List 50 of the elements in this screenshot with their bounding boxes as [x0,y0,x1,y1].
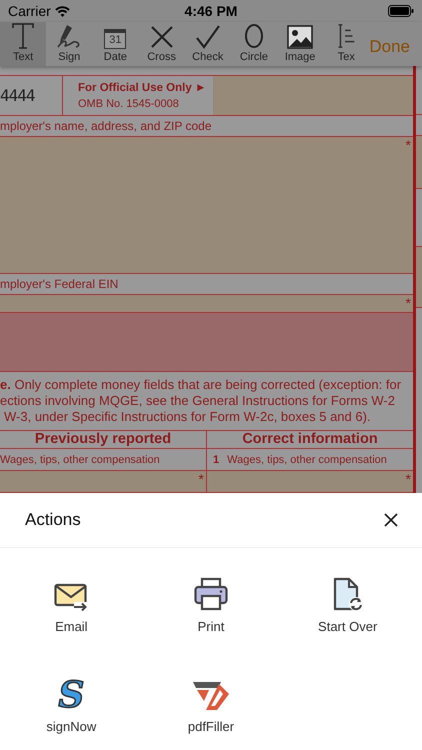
close-button[interactable] [382,511,400,529]
cross-icon [150,25,174,49]
form-input-area[interactable] [213,76,413,115]
sheet-title: Actions [25,510,81,530]
field-label: mployer's name, address, and ZIP code [0,119,212,133]
printer-icon [194,577,228,611]
field-label: mployer's Federal EIN [0,277,118,291]
action-button[interactable]: S signNow [6,668,137,734]
tool-button[interactable]: Image [277,22,324,66]
image-icon [287,25,314,49]
tool-button[interactable]: Sign [46,22,92,66]
envelope-icon [54,583,88,611]
text-field-icon [336,23,356,49]
tool-button[interactable]: 31 Date [92,22,139,66]
column-heading: Correct information [241,431,379,448]
official-use-label: For Official Use Only ► [78,82,208,94]
instruction-text: e. Only complete money fields that are being corrected (exception: for [0,377,402,393]
required-mark: * [406,295,411,311]
tool-button[interactable]: Check [184,22,231,66]
wifi-icon [54,6,70,16]
highlighted-field[interactable] [0,313,413,372]
column-heading: Previously reported [34,431,172,448]
action-button[interactable]: Start Over [279,568,416,634]
text-icon [11,23,36,49]
document-refresh-icon [332,577,363,611]
box-number: 1 [213,454,220,466]
close-icon [384,513,398,527]
tool-button[interactable]: Cross [138,22,185,66]
instruction-text: W-3, under Specific Instructions for Form W-2c, boxes 5 and 6). [3,409,372,425]
carrier-name: Carrier [8,3,51,19]
signnow-logo: S [58,679,84,711]
pdffiller-logo-icon [192,681,230,711]
required-mark: * [406,471,411,489]
action-button[interactable]: Email [6,568,137,634]
field-label: Wages, tips, other compensation [0,454,160,466]
tool-button[interactable]: Tex [323,22,370,66]
clock-time: 4:46 PM [184,3,238,19]
omb-number: OMB No. 1545-0008 [78,98,180,110]
action-button[interactable]: pdfFiller [142,668,280,734]
instruction-text: ections involving MQGE, see the General Instructions for Forms W-2 [0,393,396,409]
calendar-icon: 31 [104,29,126,49]
tool-button[interactable]: Text [0,22,46,66]
action-button[interactable]: Print [142,568,280,634]
required-mark: * [406,137,411,153]
required-mark: * [198,471,204,489]
checkmark-icon [194,25,221,49]
circle-icon [244,23,264,49]
tool-button[interactable]: Circle [230,22,278,66]
battery-icon [388,5,414,17]
field-label: Wages, tips, other compensation [227,454,387,466]
